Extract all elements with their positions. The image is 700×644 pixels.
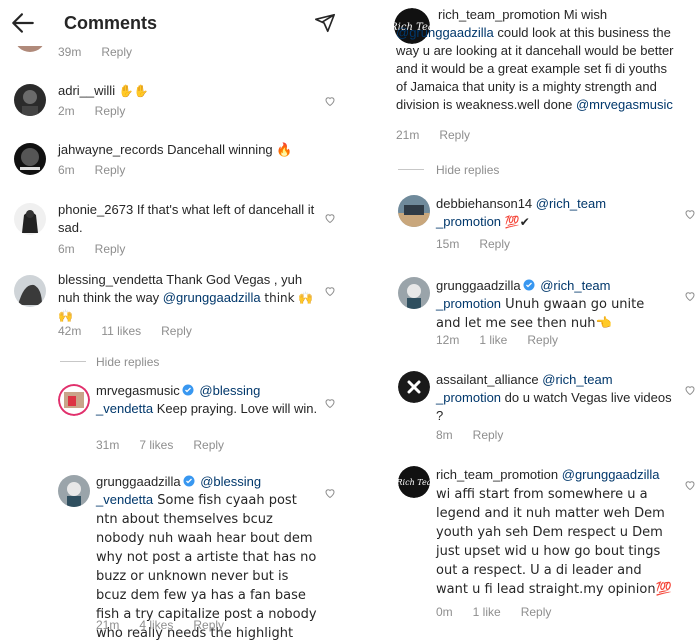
reply-button[interactable]: Reply xyxy=(101,45,132,59)
verified-icon xyxy=(182,384,194,396)
comment-meta: 42m 11 likes Reply xyxy=(58,324,192,338)
comment-text: mrvegasmusic @blessing _vendetta Keep pr… xyxy=(96,383,318,416)
comment-meta: 21m 4 likes Reply xyxy=(96,618,225,632)
likes-count[interactable]: 11 likes xyxy=(101,324,141,338)
likes-count[interactable]: 1 like xyxy=(473,605,501,619)
reply-button[interactable]: Reply xyxy=(479,237,510,251)
heart-icon[interactable] xyxy=(684,384,696,396)
comment-text: blessing_vendetta Thank God Vegas , yuh … xyxy=(58,272,314,323)
avatar[interactable] xyxy=(398,371,430,403)
comment-meta: 31m 7 likes Reply xyxy=(96,438,225,452)
username[interactable]: phonie_2673 xyxy=(58,202,133,217)
divider xyxy=(398,169,424,170)
divider xyxy=(60,361,86,362)
avatar[interactable]: Rich Tea xyxy=(398,466,430,498)
avatar[interactable] xyxy=(398,277,430,309)
heart-icon[interactable] xyxy=(324,487,336,499)
comment-meta: 21m Reply xyxy=(396,128,471,142)
comment-text: grunggaadzilla @rich_team _promotion Unu… xyxy=(436,278,645,331)
svg-text:Rich Tea: Rich Tea xyxy=(398,478,430,487)
comment-text: debbiehanson14 @rich_team _promotion 💯✔ xyxy=(436,196,607,229)
username[interactable]: rich_team_promotion xyxy=(436,467,558,482)
hide-replies-button[interactable]: Hide replies xyxy=(96,355,159,369)
heart-icon[interactable] xyxy=(684,479,696,491)
heart-icon[interactable] xyxy=(324,212,336,224)
reply-button[interactable]: Reply xyxy=(161,324,192,338)
username[interactable]: blessing_vendetta xyxy=(58,272,163,287)
avatar[interactable] xyxy=(58,475,90,507)
username[interactable]: debbiehanson14 xyxy=(436,196,532,211)
heart-icon[interactable] xyxy=(324,285,336,297)
send-icon[interactable] xyxy=(314,12,336,34)
likes-count[interactable]: 7 likes xyxy=(139,438,173,452)
username[interactable]: mrvegasmusic xyxy=(96,383,180,398)
comment-text: phonie_2673 If that's what left of dance… xyxy=(58,202,315,235)
likes-count[interactable]: 4 likes xyxy=(139,618,173,632)
reply-button[interactable]: Reply xyxy=(473,428,504,442)
comment-meta: 6m Reply xyxy=(58,163,126,177)
comment-meta: 0m 1 like Reply xyxy=(436,605,552,619)
mention-link[interactable]: @grunggaadzilla xyxy=(562,467,660,482)
comment-text: adri__willi ✋✋ xyxy=(58,83,149,98)
comment-meta: 2m Reply xyxy=(58,104,126,118)
verified-icon xyxy=(183,475,195,487)
mention-link[interactable]: @grunggaadzilla xyxy=(396,25,494,40)
username[interactable]: jahwayne_records xyxy=(58,142,164,157)
username[interactable]: grunggaadzilla xyxy=(436,278,521,293)
back-arrow-icon[interactable] xyxy=(10,10,36,36)
mention-link[interactable]: @mrvegasmusic xyxy=(576,97,673,112)
username[interactable]: grunggaadzilla xyxy=(96,474,181,489)
avatar[interactable] xyxy=(14,203,46,235)
likes-count[interactable]: 1 like xyxy=(479,333,507,347)
avatar[interactable] xyxy=(398,195,430,227)
heart-icon[interactable] xyxy=(324,95,336,107)
comment-meta: 8m Reply xyxy=(436,428,504,442)
comment-text: jahwayne_records Dancehall winning 🔥 xyxy=(58,142,293,157)
reply-button[interactable]: Reply xyxy=(439,128,470,142)
comment-text: assailant_alliance @rich_team _promotion… xyxy=(436,372,672,423)
mention-link[interactable]: @grunggaadzilla xyxy=(163,290,261,305)
avatar[interactable] xyxy=(14,143,46,175)
reply-button[interactable]: Reply xyxy=(193,618,224,632)
comment-meta: 6m Reply xyxy=(58,242,126,256)
reply-button[interactable]: Reply xyxy=(95,163,126,177)
username[interactable]: assailant_alliance xyxy=(436,372,539,387)
comment-text: rich_team_promotion Mi wish @grunggaadzi… xyxy=(396,7,674,112)
comment-meta: 12m 1 like Reply xyxy=(436,333,559,347)
hide-replies-button[interactable]: Hide replies xyxy=(436,163,499,177)
avatar[interactable] xyxy=(14,275,46,307)
username[interactable]: adri__willi xyxy=(58,83,115,98)
comment-text: rich_team_promotion @grunggaadzilla wi a… xyxy=(436,467,672,597)
avatar[interactable] xyxy=(58,384,90,416)
reply-button[interactable]: Reply xyxy=(95,104,126,118)
comment-meta: 15m Reply xyxy=(436,237,511,251)
page-title: Comments xyxy=(64,13,158,33)
comments-panel-left: Comments 39m Reply adri__willi ✋✋ 2m Reply… xyxy=(0,0,350,644)
username[interactable]: rich_team_promotion xyxy=(438,7,560,22)
reply-button[interactable]: Reply xyxy=(193,438,224,452)
comments-panel-right: Rich Tea rich_team_promotion Mi wish @gr… xyxy=(350,0,700,644)
reply-button[interactable]: Reply xyxy=(527,333,558,347)
heart-icon[interactable] xyxy=(324,397,336,409)
heart-icon[interactable] xyxy=(684,208,696,220)
comment-meta: 39m Reply xyxy=(58,45,133,59)
heart-icon[interactable] xyxy=(684,290,696,302)
reply-button[interactable]: Reply xyxy=(521,605,552,619)
verified-icon xyxy=(523,279,535,291)
reply-button[interactable]: Reply xyxy=(95,242,126,256)
header: Comments xyxy=(0,0,350,46)
avatar[interactable] xyxy=(14,84,46,116)
